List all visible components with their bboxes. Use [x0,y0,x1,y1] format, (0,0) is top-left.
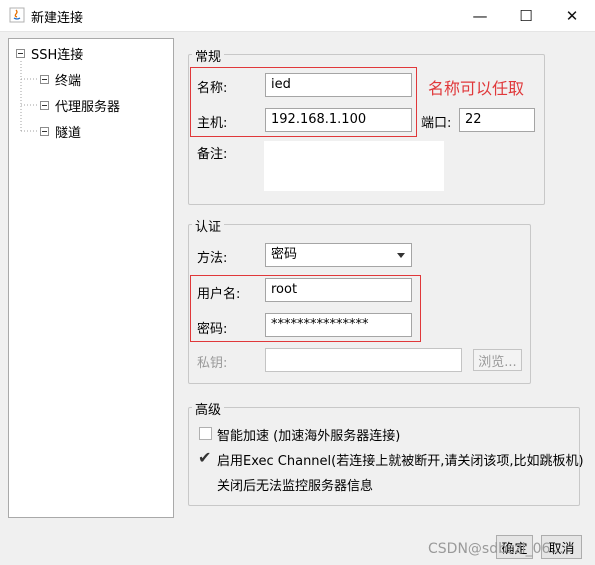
tree-item-label: 代理服务器 [55,99,121,115]
browse-button[interactable]: 浏览... [473,349,522,371]
exec-channel-note: 关闭后无法监控服务器信息 [217,479,374,494]
tree-item-label: SSH连接 [31,47,84,63]
tree-item-proxy[interactable]: 代理服务器 [40,95,120,115]
advanced-legend: 高级 [192,399,225,418]
watermark-text: CSDN@sdbzzl_06... [428,541,564,557]
collapse-icon[interactable] [40,126,49,136]
tree-item-ssh[interactable]: SSH连接 [16,43,83,63]
private-key-input[interactable] [265,348,462,372]
host-input[interactable]: 192.168.1.100 [265,108,412,132]
maximize-button[interactable]: ☐ [503,0,549,32]
tree-item-label: 终端 [55,73,82,89]
username-label: 用户名: [197,287,241,302]
close-button[interactable]: ✕ [549,0,595,32]
auth-method-select[interactable]: 密码 [265,243,412,267]
exec-channel-label: 启用Exec Channel(若连接上就被断开,请关闭该项,比如跳板机) [217,454,584,469]
settings-tree: SSH连接 终端 代理服务器 隧道 [8,38,174,518]
port-input[interactable]: 22 [459,108,535,132]
note-textarea[interactable] [264,141,444,191]
name-input[interactable]: ied [265,73,412,97]
username-input[interactable]: root [265,278,412,302]
collapse-icon[interactable] [16,48,25,58]
auth-method-value: 密码 [271,247,298,262]
collapse-icon[interactable] [40,100,49,110]
port-label: 端口: [421,116,452,131]
tree-item-label: 隧道 [55,125,82,141]
minimize-button[interactable]: — [457,0,503,32]
annotation-text: 名称可以任取 [428,79,525,98]
collapse-icon[interactable] [40,74,49,84]
host-label: 主机: [197,116,228,131]
smart-accel-checkbox[interactable] [199,427,212,440]
checkmark-icon[interactable]: ✔ [198,450,211,466]
note-label: 备注: [197,147,228,162]
general-legend: 常规 [192,46,225,65]
method-label: 方法: [197,251,228,266]
window-title: 新建连接 [31,11,84,26]
tree-item-tunnel[interactable]: 隧道 [40,121,81,141]
tree-item-terminal[interactable]: 终端 [40,69,81,89]
title-bar: 新建连接 — ☐ ✕ [0,0,595,32]
password-label: 密码: [197,322,228,337]
password-input[interactable]: *************** [265,313,412,337]
java-app-icon [9,7,25,23]
dropdown-arrow-icon [397,253,405,258]
auth-legend: 认证 [192,216,225,235]
smart-accel-label: 智能加速 (加速海外服务器连接) [217,429,401,444]
private-key-label: 私钥: [197,356,228,371]
name-label: 名称: [197,81,228,96]
